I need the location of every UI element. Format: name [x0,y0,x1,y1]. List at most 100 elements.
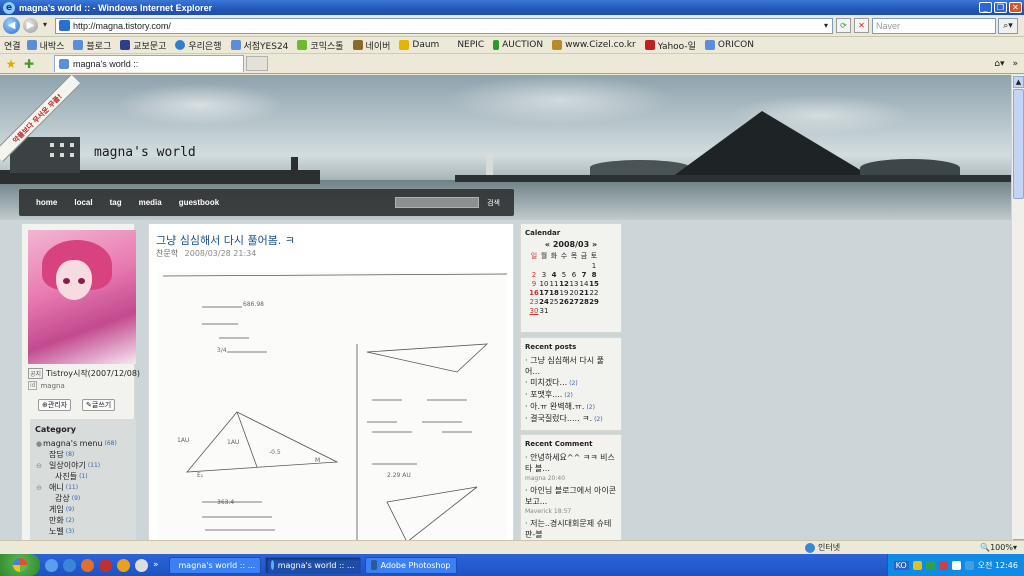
calendar-day[interactable]: 27 [569,297,579,306]
start-button[interactable] [0,554,40,576]
scrollbar-thumb[interactable] [1013,89,1024,199]
minimize-button[interactable]: _ [979,2,992,13]
add-favorites-icon[interactable]: ✚ [22,57,36,71]
category-item[interactable]: 감상 (9) [35,493,131,504]
calendar-day[interactable]: 3 [539,270,549,279]
category-item[interactable]: 사진들 (1) [35,471,131,482]
stop-button[interactable]: ✕ [854,18,869,33]
calendar-day[interactable]: 17 [539,288,549,297]
link-item[interactable]: ORICON [704,40,754,50]
calendar-day[interactable]: 20 [569,288,579,297]
category-item[interactable]: 노벨 (3) [35,526,131,537]
menu-media[interactable]: media [139,198,162,207]
calendar-day[interactable]: 6 [569,270,579,279]
close-button[interactable]: ✕ [1009,2,1022,13]
quicklaunch-ie-icon[interactable] [63,558,76,572]
search-button[interactable]: ⌕▾ [998,17,1018,34]
calendar-day[interactable]: 28 [579,297,589,306]
link-item[interactable]: 네이버 [352,39,390,52]
taskbar-button-photoshop[interactable]: Adobe Photoshop [364,556,457,574]
calendar-day[interactable]: 23 [529,297,539,306]
admin-button[interactable]: ⊕관리자 [38,399,72,411]
write-button[interactable]: ✎글쓰기 [82,399,116,411]
zoom-control[interactable]: 🔍 100% ▾ [980,543,1017,552]
calendar-day[interactable]: 19 [559,288,569,297]
blog-search-input[interactable] [395,197,480,208]
calendar-day[interactable]: 21 [579,288,589,297]
calendar-day[interactable]: 2 [529,270,539,279]
taskbar-button-firefox[interactable]: magna's world :: ... [168,556,261,574]
recent-comment-item[interactable]: · 아인님 블로그에서 아이콘보고... [525,485,617,507]
address-dropdown-icon[interactable]: ▾ [820,21,832,30]
menu-tag[interactable]: tag [110,198,122,207]
menu-local[interactable]: local [74,198,92,207]
recent-post-item[interactable]: · 아.ㅠ 완벽해.ㅠ. (2) [525,401,617,413]
quicklaunch-icon[interactable] [135,558,148,572]
quicklaunch-more-icon[interactable]: » [153,560,159,570]
link-item[interactable]: Yahoo-일 [644,39,696,52]
calendar-day[interactable]: 16 [529,288,539,297]
calendar-day[interactable]: 30 [529,306,539,315]
tools-chevron-icon[interactable]: » [1012,59,1018,69]
tray-icon[interactable] [938,560,948,570]
zoom-dropdown-icon[interactable]: ▾ [1013,543,1017,552]
calendar-day[interactable]: 25 [549,297,559,306]
tray-icon[interactable] [912,560,922,570]
link-item[interactable]: 내박스 [26,39,64,52]
address-field[interactable]: http://magna.tistory.com/ ▾ [55,17,833,34]
tree-expand-icon[interactable]: ⊖ [35,462,43,470]
refresh-button[interactable]: ⟳ [836,18,851,33]
back-button[interactable]: ◀ [3,17,20,34]
link-item[interactable]: 교보문고 [120,39,166,52]
category-item[interactable]: 게임 (9) [35,504,131,515]
notice-link[interactable]: 공지 Tistroy시작(2007/12/08) [28,368,140,379]
calendar-day[interactable]: 24 [539,297,549,306]
menu-guestbook[interactable]: guestbook [179,198,219,207]
recent-post-item[interactable]: · 포맷후.... (2) [525,389,617,401]
address-url[interactable]: http://magna.tistory.com/ [73,21,820,31]
calendar-day[interactable]: 13 [569,279,579,288]
prev-month-button[interactable]: « [545,240,550,249]
category-item[interactable]: ● magna's menu (68) [35,438,131,449]
calendar-day[interactable]: 12 [559,279,569,288]
calendar-day[interactable]: 5 [559,270,569,279]
tray-icon[interactable] [951,560,961,570]
recent-comment-item[interactable]: · 저는..경시대회문제 슈테판-볼 [525,518,617,540]
tray-icon[interactable] [925,560,935,570]
tab-active[interactable]: magna's world :: [54,55,244,72]
link-item[interactable]: 코믹스톨 [297,39,344,52]
category-item[interactable]: 만화 (2) [35,515,131,526]
quicklaunch-icon[interactable] [99,558,112,572]
quicklaunch-icon[interactable] [117,558,130,572]
search-input[interactable]: Naver [872,17,996,34]
ime-indicator[interactable]: KO [893,560,909,570]
recent-post-item[interactable]: · 미치겠다... (2) [525,377,617,389]
menu-home[interactable]: home [36,198,57,207]
tree-expand-icon[interactable]: ⊖ [35,484,43,492]
quicklaunch-icon[interactable] [45,558,58,572]
calendar-day[interactable]: 9 [529,279,539,288]
link-item[interactable]: 블로그 [73,39,111,52]
blog-logo[interactable]: magna's world [94,145,196,160]
favorites-star-icon[interactable]: ★ [4,57,18,71]
link-item[interactable]: 서점YES24 [230,39,288,52]
category-item[interactable]: ⊖ 일상이야기 (11) [35,460,131,471]
link-item[interactable]: Daum [399,40,439,50]
link-item[interactable]: NEPIC [448,40,484,50]
calendar-day[interactable]: 31 [539,306,549,315]
taskbar-button-ie[interactable]: magna's world :: ... [264,556,361,574]
quicklaunch-firefox-icon[interactable] [81,558,94,572]
calendar-day[interactable]: 8 [589,270,599,279]
link-item[interactable]: www.Cizel.co.kr [552,40,636,50]
category-item[interactable]: ⊖ 애니 (11) [35,482,131,493]
new-tab-button[interactable] [246,56,268,71]
link-item[interactable]: AUCTION [493,40,543,50]
recent-post-item[interactable]: · 결국질렀다..... ㅋ. (2) [525,413,617,425]
forward-button[interactable]: ▶ [23,18,38,33]
link-item[interactable]: 우리은행 [175,39,222,52]
scroll-up-arrow-icon[interactable]: ▲ [1013,76,1024,88]
calendar-day[interactable]: 15 [589,279,599,288]
calendar-day[interactable]: 22 [589,288,599,297]
recent-post-item[interactable]: · 그냥 심심해서 다시 풀어... [525,355,617,377]
blog-search-button[interactable]: 검색 [487,198,500,208]
